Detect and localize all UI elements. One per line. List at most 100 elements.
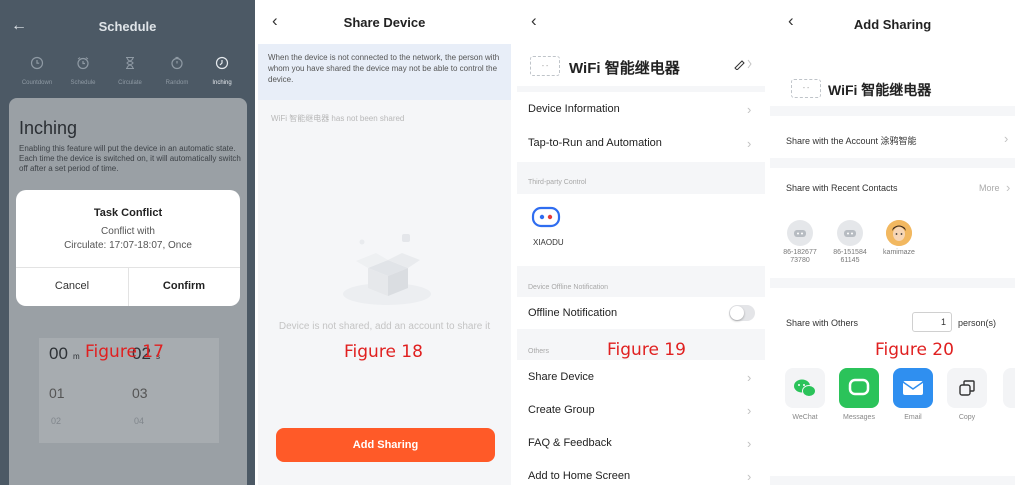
back-chevron-icon[interactable]: ‹ <box>531 11 537 31</box>
empty-state-text: Device is not shared, add an account to … <box>278 321 491 332</box>
device-name: WiFi 智能继电器 <box>828 82 932 98</box>
page-title: Share Device <box>343 15 426 30</box>
recent-contacts-label: Share with Recent Contacts <box>786 183 898 193</box>
offline-notification-label: Offline Notification <box>528 307 618 319</box>
section-title: Device Offline Notification <box>528 284 609 291</box>
add-sharing-screen: ‹ Add Sharing - - WiFi 智能继电器 Share with … <box>770 0 1015 485</box>
wechat-icon <box>785 368 825 408</box>
share-device-screen: ‹ Share Device When the device is not co… <box>258 0 511 485</box>
share-others-block: Share with Others 1 person(s) WeChat Mes… <box>770 288 1015 476</box>
chevron-right-icon: › <box>747 469 752 484</box>
chevron-right-icon: › <box>1004 131 1009 146</box>
page-title: Add Sharing <box>853 17 932 32</box>
chevron-right-icon: › <box>747 136 752 151</box>
more-share-option[interactable] <box>1003 368 1015 408</box>
chevron-right-icon: › <box>747 370 752 385</box>
tab-schedule[interactable]: Schedule <box>59 56 107 86</box>
copy-icon <box>947 368 987 408</box>
person-count-input[interactable]: 1 <box>912 312 952 332</box>
share-label: Copy <box>958 414 976 421</box>
dialog-title: Task Conflict <box>93 207 163 219</box>
chevron-right-icon: › <box>747 102 752 117</box>
person-count-unit: person(s) <box>958 318 997 328</box>
clock-icon <box>13 56 61 74</box>
device-name: WiFi 智能继电器 <box>569 60 680 77</box>
faq-feedback-item[interactable]: FAQ & Feedback <box>528 437 612 449</box>
figure-label: Figure 20 <box>875 340 954 360</box>
minute-next2: 02 <box>51 416 62 426</box>
confirm-button[interactable]: Confirm <box>128 267 240 306</box>
share-device-item[interactable]: Share Device <box>528 371 594 383</box>
add-to-home-screen-item[interactable]: Add to Home Screen <box>528 470 630 482</box>
share-email[interactable]: Email <box>888 368 938 421</box>
device-thumbnail-icon: - - <box>791 79 821 98</box>
contact-name-2: 61145 <box>840 257 860 264</box>
tab-label: Countdown <box>21 80 53 86</box>
tab-circulate[interactable]: Circulate <box>106 56 154 86</box>
timer-icon <box>198 56 246 74</box>
inching-heading: Inching <box>19 118 78 138</box>
tab-label: Schedule <box>70 80 96 86</box>
chevron-right-icon: › <box>747 436 752 451</box>
minute-next: 01 <box>49 385 65 401</box>
schedule-screen: ← Schedule Countdown Schedule Circulate <box>0 0 255 485</box>
add-sharing-button[interactable]: Add Sharing <box>276 428 495 462</box>
device-info-group: Device Information › Tap-to-Run and Auto… <box>517 92 765 162</box>
section-title: Others <box>528 348 550 355</box>
tab-label: Random <box>165 80 189 86</box>
figure-label: Figure 19 <box>607 340 686 360</box>
section-title: Third-party Control <box>528 179 587 186</box>
tab-countdown[interactable]: Countdown <box>13 56 61 86</box>
share-label: Email <box>904 414 922 421</box>
more-link[interactable]: More <box>979 183 1000 193</box>
second-next: 03 <box>132 385 148 401</box>
edit-pencil-icon[interactable] <box>734 58 754 70</box>
xiaodu-label: XIAODU <box>533 238 564 247</box>
contact-item[interactable]: 86-182677 73780 <box>774 220 826 265</box>
offline-group: Offline Notification <box>517 297 765 329</box>
dialog-line-1: Conflict with <box>101 226 155 237</box>
empty-box-icon <box>340 228 435 310</box>
offline-notification-toggle[interactable] <box>729 305 755 321</box>
contact-name: 86-182677 <box>783 249 817 256</box>
contact-item[interactable]: 86-151584 61145 <box>824 220 876 265</box>
third-party-group: XIAODU <box>517 194 765 266</box>
share-account-row[interactable]: Share with the Account 涂鸦智能 › <box>770 116 1015 158</box>
tab-label: Inching <box>212 80 232 86</box>
create-group-item[interactable]: Create Group <box>528 404 595 416</box>
share-copy[interactable]: Copy <box>942 368 992 421</box>
share-label: WeChat <box>792 414 818 421</box>
share-wechat[interactable]: WeChat <box>780 368 830 421</box>
cancel-button[interactable]: Cancel <box>16 267 128 306</box>
contact-name: kamimaze <box>883 249 915 256</box>
tab-random[interactable]: Random <box>153 56 201 86</box>
tab-inching[interactable]: Inching <box>198 56 246 86</box>
alarm-icon <box>59 56 107 74</box>
toggle-knob <box>730 306 744 320</box>
task-conflict-dialog: Task Conflict Conflict with Circulate: 1… <box>16 190 240 306</box>
not-shared-text: WiFi 智能继电器 has not been shared <box>271 114 405 123</box>
minute-unit: m <box>73 352 80 361</box>
inching-description: Enabling this feature will put the devic… <box>19 144 241 173</box>
avatar-placeholder-icon <box>787 220 813 246</box>
contact-item[interactable]: kamimaze <box>873 220 925 257</box>
avatar <box>886 220 912 246</box>
figure-label: Figure 18 <box>344 342 423 362</box>
device-thumbnail-icon: - - <box>530 56 560 76</box>
avatar-placeholder-icon <box>837 220 863 246</box>
xiaodu-icon[interactable] <box>531 206 561 228</box>
chevron-right-icon: › <box>747 403 752 418</box>
figure-label: Figure 17 <box>85 342 164 362</box>
device-information-item[interactable]: Device Information <box>528 103 620 115</box>
share-label: Messages <box>843 414 875 421</box>
contact-name: 86-151584 <box>833 249 867 256</box>
messages-icon <box>839 368 879 408</box>
dialog-line-2: Circulate: 17:07-18:07, Once <box>64 240 192 251</box>
tap-to-run-item[interactable]: Tap-to-Run and Automation <box>528 137 662 149</box>
random-icon <box>153 56 201 74</box>
device-header: ‹ - - WiFi 智能继电器 <box>517 0 765 86</box>
page-title: Schedule <box>98 19 157 34</box>
email-icon <box>893 368 933 408</box>
network-notice: When the device is not connected to the … <box>258 44 511 100</box>
share-messages[interactable]: Messages <box>834 368 884 421</box>
